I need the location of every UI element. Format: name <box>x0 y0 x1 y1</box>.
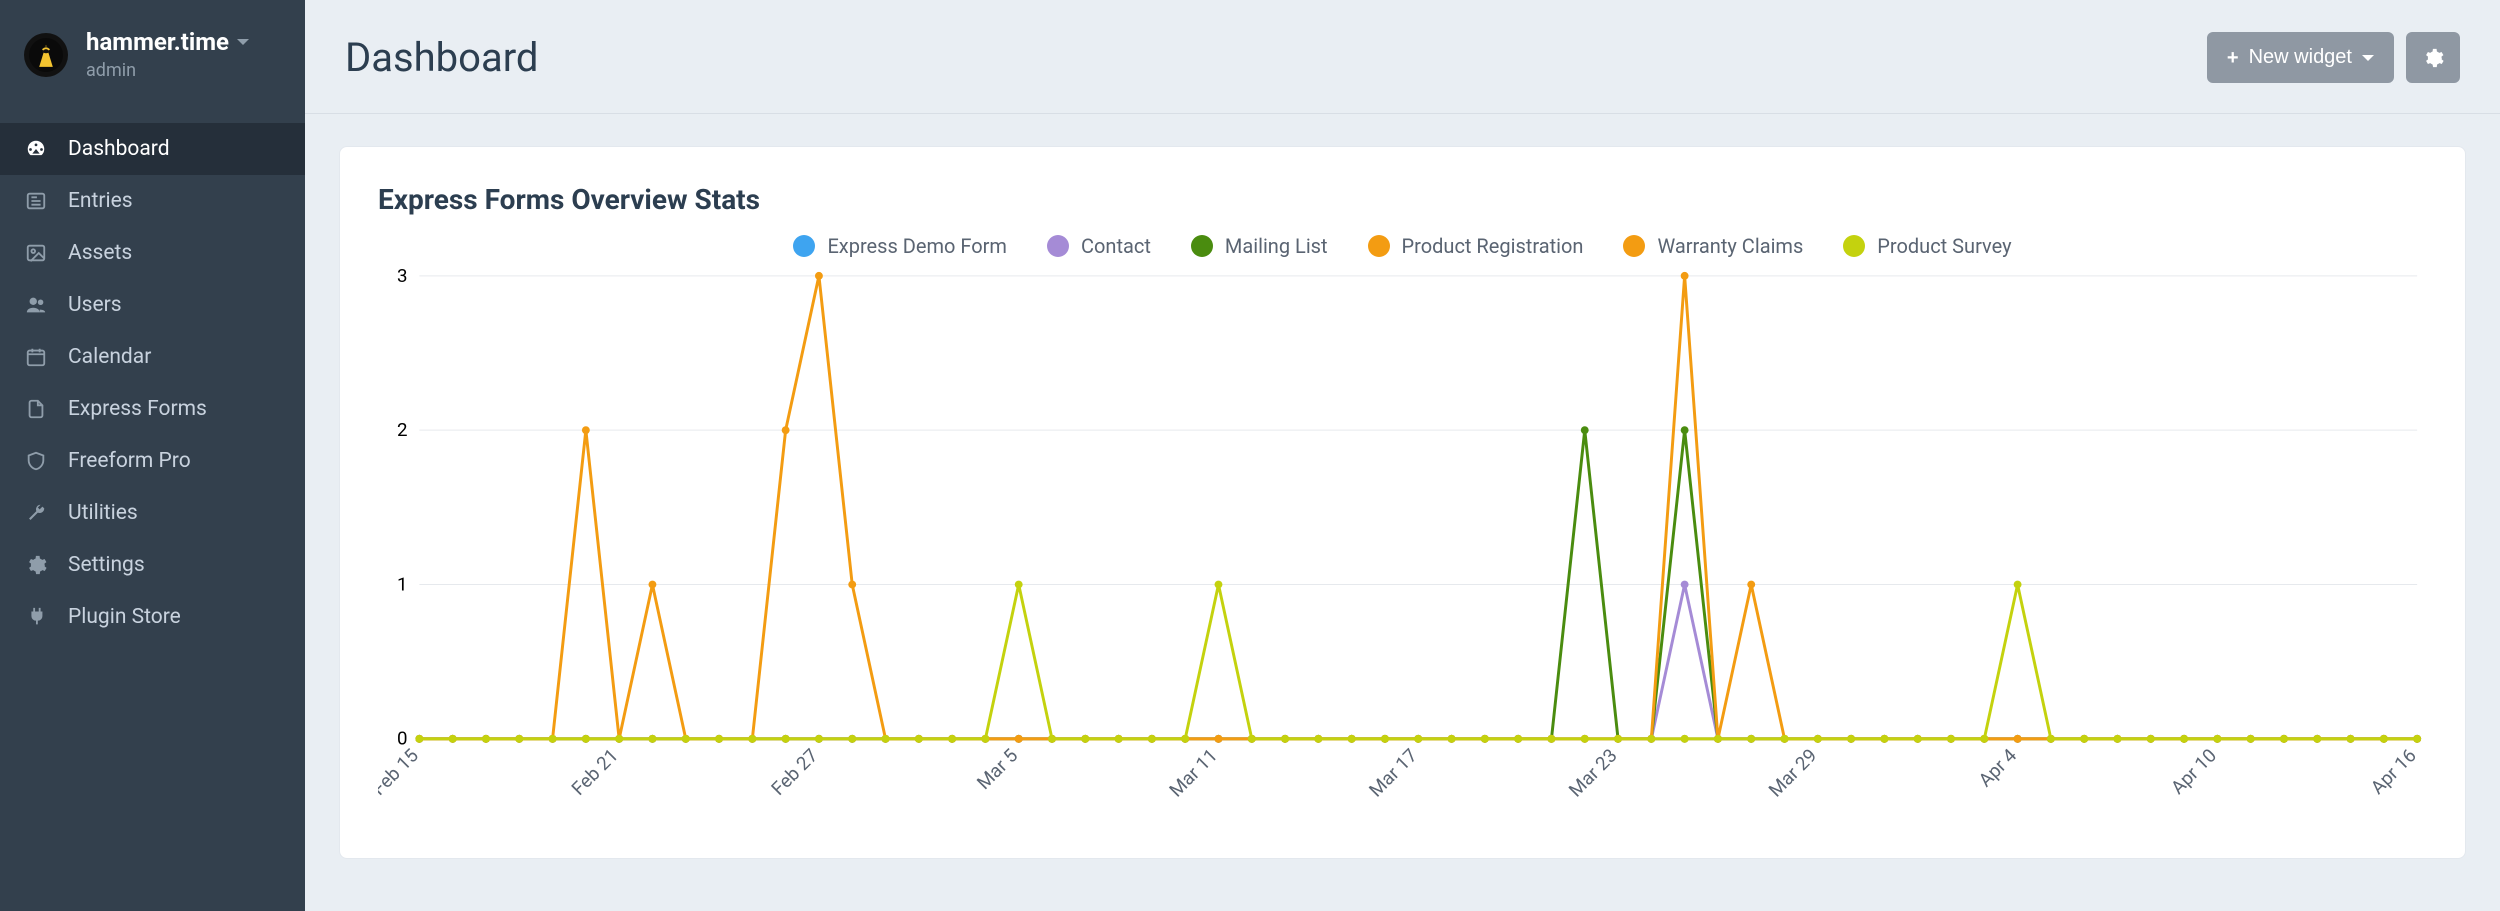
sidebar-item-utilities[interactable]: Utilities <box>0 487 305 539</box>
legend-item[interactable]: Contact <box>1047 234 1151 258</box>
sidebar-item-label: Entries <box>68 189 133 213</box>
sidebar: hammer.time admin Dashboard Entries Assets… <box>0 0 305 911</box>
wrench-icon <box>24 502 48 524</box>
legend-item[interactable]: Product Survey <box>1843 234 2011 258</box>
legend-label: Warranty Claims <box>1657 234 1803 258</box>
svg-text:Feb 27: Feb 27 <box>767 745 822 800</box>
primary-nav: Dashboard Entries Assets Users Calendar Expre… <box>0 123 305 643</box>
topbar: Dashboard + New widget <box>305 0 2500 113</box>
svg-text:Feb 21: Feb 21 <box>567 745 622 800</box>
legend-swatch-icon <box>1047 235 1069 257</box>
newspaper-icon <box>24 190 48 212</box>
legend-item[interactable]: Warranty Claims <box>1623 234 1803 258</box>
chevron-down-icon <box>2362 55 2374 61</box>
site-switcher[interactable]: hammer.time <box>86 28 249 56</box>
svg-text:2: 2 <box>397 419 408 441</box>
sidebar-item-label: Dashboard <box>68 137 170 161</box>
sidebar-item-entries[interactable]: Entries <box>0 175 305 227</box>
sidebar-item-label: Freeform Pro <box>68 449 191 473</box>
svg-text:Apr 4: Apr 4 <box>1974 744 2021 791</box>
topbar-actions: + New widget <box>2207 32 2460 83</box>
sidebar-item-label: Settings <box>68 553 145 577</box>
plug-icon <box>24 606 48 628</box>
sidebar-header: hammer.time admin <box>0 0 305 105</box>
svg-text:Mar 11: Mar 11 <box>1165 745 1222 802</box>
legend-swatch-icon <box>1843 235 1865 257</box>
widget-title: Express Forms Overview Stats <box>378 183 2427 216</box>
site-name: hammer.time <box>86 28 229 56</box>
calendar-icon <box>24 346 48 368</box>
svg-text:Apr 10: Apr 10 <box>2167 745 2221 799</box>
settings-button[interactable] <box>2406 32 2460 83</box>
sidebar-item-label: Assets <box>68 241 132 265</box>
sidebar-item-label: Plugin Store <box>68 605 181 629</box>
gear-icon <box>24 554 48 576</box>
shield-icon <box>24 450 48 472</box>
sidebar-item-express-forms[interactable]: Express Forms <box>0 383 305 435</box>
sidebar-item-label: Calendar <box>68 345 151 369</box>
gear-icon <box>2422 47 2444 69</box>
legend-label: Product Registration <box>1402 234 1584 258</box>
divider <box>305 113 2500 114</box>
svg-text:Mar 29: Mar 29 <box>1764 745 1821 802</box>
sidebar-item-label: Express Forms <box>68 397 207 421</box>
page-title: Dashboard <box>345 34 538 81</box>
plus-icon: + <box>2227 48 2239 68</box>
file-icon <box>24 398 48 420</box>
svg-text:Mar 17: Mar 17 <box>1365 745 1422 802</box>
legend-swatch-icon <box>793 235 815 257</box>
legend-item[interactable]: Express Demo Form <box>793 234 1007 258</box>
sidebar-item-label: Utilities <box>68 501 138 525</box>
users-icon <box>24 294 48 316</box>
legend-label: Product Survey <box>1877 234 2011 258</box>
legend-label: Mailing List <box>1225 234 1328 258</box>
svg-text:Mar 23: Mar 23 <box>1565 745 1622 802</box>
image-icon <box>24 242 48 264</box>
sidebar-item-users[interactable]: Users <box>0 279 305 331</box>
avatar[interactable] <box>24 33 68 77</box>
sidebar-item-calendar[interactable]: Calendar <box>0 331 305 383</box>
svg-text:3: 3 <box>397 266 408 287</box>
sidebar-item-plugin-store[interactable]: Plugin Store <box>0 591 305 643</box>
chart: 0123Feb 15Feb 21Feb 27Mar 5Mar 11Mar 17M… <box>378 266 2427 818</box>
legend-swatch-icon <box>1623 235 1645 257</box>
main-content: Dashboard + New widget Express Forms Ove… <box>305 0 2500 859</box>
sidebar-item-settings[interactable]: Settings <box>0 539 305 591</box>
legend-label: Contact <box>1081 234 1151 258</box>
chart-legend: Express Demo Form Contact Mailing List Prod… <box>378 234 2427 258</box>
legend-item[interactable]: Product Registration <box>1368 234 1584 258</box>
sidebar-item-label: Users <box>68 293 122 317</box>
new-widget-button[interactable]: + New widget <box>2207 32 2394 83</box>
sidebar-item-freeform-pro[interactable]: Freeform Pro <box>0 435 305 487</box>
widget-express-forms-stats: Express Forms Overview Stats Express Dem… <box>339 146 2466 859</box>
legend-swatch-icon <box>1191 235 1213 257</box>
svg-text:Feb 15: Feb 15 <box>378 745 423 800</box>
chevron-down-icon <box>237 39 249 45</box>
new-widget-label: New widget <box>2249 46 2352 69</box>
user-role-label: admin <box>86 60 249 81</box>
gauge-icon <box>24 138 48 160</box>
avatar-image-icon <box>29 38 63 72</box>
svg-text:Mar 5: Mar 5 <box>973 745 1022 794</box>
legend-swatch-icon <box>1368 235 1390 257</box>
sidebar-item-dashboard[interactable]: Dashboard <box>0 123 305 175</box>
legend-item[interactable]: Mailing List <box>1191 234 1328 258</box>
svg-text:Apr 16: Apr 16 <box>2366 745 2420 799</box>
legend-label: Express Demo Form <box>827 234 1007 258</box>
svg-text:1: 1 <box>397 573 408 595</box>
sidebar-item-assets[interactable]: Assets <box>0 227 305 279</box>
